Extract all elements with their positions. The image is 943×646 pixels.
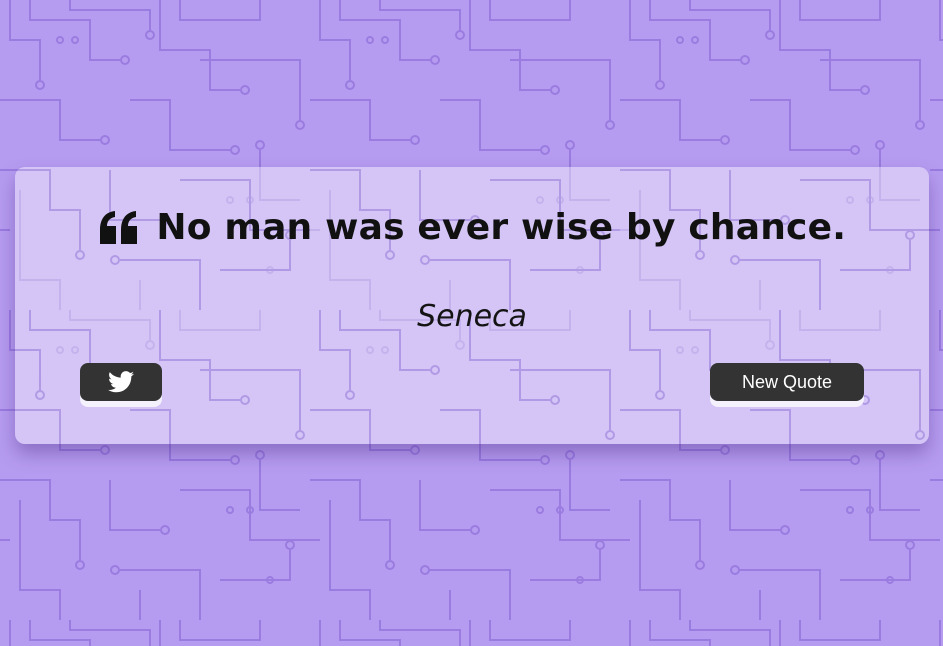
quote-card: No man was ever wise by chance. Seneca N… xyxy=(15,167,929,444)
quote-left-icon xyxy=(99,210,137,244)
twitter-icon xyxy=(108,371,134,393)
quote-text: No man was ever wise by chance. xyxy=(156,207,847,248)
new-quote-button[interactable]: New Quote xyxy=(710,363,864,401)
quote-author: Seneca xyxy=(417,299,527,334)
quote-row: No man was ever wise by chance. xyxy=(15,207,929,248)
tweet-button[interactable] xyxy=(80,363,162,401)
